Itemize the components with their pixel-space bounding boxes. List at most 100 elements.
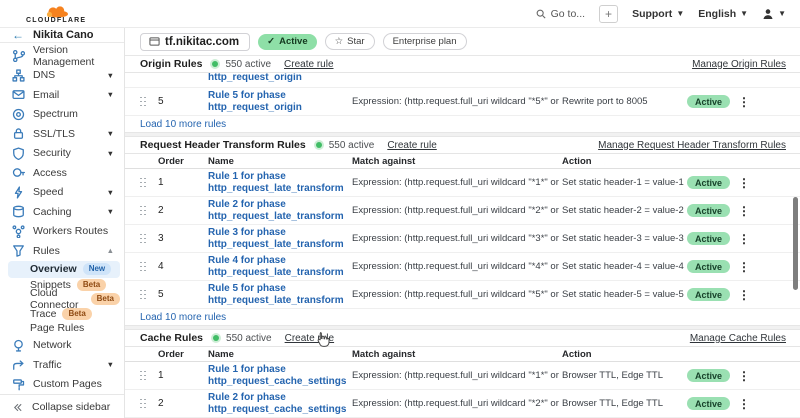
table-row: 1Rule 1 for phasehttp_request_cache_sett… (125, 362, 800, 390)
rule-status-badge: Active (687, 369, 730, 382)
account-menu[interactable]: ▼ (762, 8, 786, 20)
back-arrow-icon[interactable]: ← (12, 28, 24, 42)
kebab-menu-icon[interactable]: ⋮ (738, 176, 750, 190)
sidebar-item-access[interactable]: Access (0, 163, 124, 183)
manage-rules-link[interactable]: Manage Origin Rules (692, 59, 786, 70)
collapse-sidebar-button[interactable]: Collapse sidebar (0, 395, 124, 418)
kebab-menu-icon[interactable]: ⋮ (738, 232, 750, 246)
sidebar-item-security[interactable]: Security▼ (0, 144, 124, 164)
spectrum-icon (12, 108, 25, 121)
add-site-button[interactable]: + (599, 5, 618, 23)
active-status-dot (213, 335, 219, 341)
drag-handle-icon[interactable] (140, 262, 146, 272)
create-rule-link[interactable]: Create rule (285, 333, 334, 344)
section-title: Origin Rules (140, 58, 202, 70)
support-menu[interactable]: Support ▼ (632, 8, 684, 20)
star-button[interactable]: ☆ Star (325, 33, 375, 50)
request-header-transform-rules-header: Request Header Transform Rules550 active… (125, 137, 800, 154)
kebab-menu-icon[interactable]: ⋮ (738, 260, 750, 274)
manage-rules-link[interactable]: Manage Cache Rules (690, 333, 786, 344)
scrollbar-thumb[interactable] (793, 197, 798, 290)
sidebar-item-label: Rules (33, 245, 60, 257)
new-badge: New (83, 263, 111, 275)
rule-match-expression: Expression: (http.request.full_uri wildc… (352, 261, 562, 272)
rule-name-link[interactable]: Rule 2 for phasehttp_request_cache_setti… (208, 392, 352, 416)
kebab-menu-icon[interactable]: ⋮ (738, 204, 750, 218)
sidebar-item-email[interactable]: Email▼ (0, 85, 124, 105)
sidebar-item-traffic[interactable]: Traffic▼ (0, 355, 124, 375)
collapse-sidebar-label: Collapse sidebar (32, 401, 110, 413)
main-area: tf.nikitac.com ✓ Active ☆ Star Enterpris… (125, 28, 800, 418)
rule-action: Set static header-1 = value-1 (562, 177, 687, 188)
rule-name-link[interactable]: Rule 5 for phasehttp_request_late_transf… (208, 283, 352, 307)
account-back-row[interactable]: ← Nikita Cano (0, 28, 124, 43)
sidebar-item-cloud-connector[interactable]: Cloud ConnectorBeta (8, 292, 120, 307)
table-row: 3Rule 3 for phasehttp_request_late_trans… (125, 225, 800, 253)
rule-name-link[interactable]: Rule 5 for phasehttp_request_origin (208, 90, 352, 114)
sidebar-subitem-label: Page Rules (30, 322, 84, 334)
chevron-up-icon: ▲ (107, 246, 114, 255)
sidebar-item-overview[interactable]: OverviewNew (8, 261, 120, 278)
language-menu[interactable]: English ▼ (698, 8, 748, 20)
rule-action: Set static header-3 = value-3 (562, 233, 687, 244)
create-rule-link[interactable]: Create rule (284, 59, 333, 70)
rule-status-badge: Active (687, 204, 730, 217)
cache-rules-header: Cache Rules550 activeCreate ruleManage C… (125, 330, 800, 347)
sidebar-item-label: Email (33, 89, 59, 101)
support-label: Support (632, 8, 672, 20)
rule-order: 2 (158, 205, 208, 216)
kebab-menu-icon[interactable]: ⋮ (738, 369, 750, 383)
rule-name-link[interactable]: Rule 3 for phasehttp_request_late_transf… (208, 227, 352, 251)
manage-rules-link[interactable]: Manage Request Header Transform Rules (598, 140, 786, 151)
table-row-partial[interactable]: http_request_origin (125, 73, 800, 88)
sidebar-item-page-rules[interactable]: Page Rules (8, 321, 120, 336)
user-icon (762, 8, 774, 20)
rule-name-link[interactable]: Rule 1 for phasehttp_request_late_transf… (208, 171, 352, 195)
sidebar-item-speed[interactable]: Speed▼ (0, 183, 124, 203)
sidebar-item-network[interactable]: Network (0, 336, 124, 356)
sidebar-item-ssl-tls[interactable]: SSL/TLS▼ (0, 124, 124, 144)
sidebar-nav: Version ManagementDNS▼Email▼SpectrumSSL/… (0, 43, 124, 394)
rule-name-link[interactable]: Rule 1 for phasehttp_request_cache_setti… (208, 364, 352, 388)
column-header-name: Name (208, 156, 352, 167)
cloudflare-logo[interactable]: CLOUDFLARE (26, 5, 86, 24)
rule-name-link[interactable]: Rule 2 for phasehttp_request_late_transf… (208, 199, 352, 223)
sidebar-item-dns[interactable]: DNS▼ (0, 66, 124, 86)
search-icon (536, 9, 546, 19)
sidebar-item-rules[interactable]: Rules ▲ (0, 241, 124, 261)
zone-selector[interactable]: tf.nikitac.com (140, 33, 250, 51)
sidebar-item-spectrum[interactable]: Spectrum (0, 105, 124, 125)
chevron-down-icon: ▼ (107, 129, 114, 138)
sidebar-item-label: DNS (33, 69, 55, 81)
drag-handle-icon[interactable] (140, 234, 146, 244)
sidebar-item-label: Spectrum (33, 108, 78, 120)
security-icon (12, 147, 25, 160)
sidebar-item-custom-pages[interactable]: Custom Pages (0, 375, 124, 395)
sidebar-item-workers-routes[interactable]: Workers Routes (0, 222, 124, 242)
rule-name-link[interactable]: Rule 4 for phasehttp_request_late_transf… (208, 255, 352, 279)
drag-handle-icon[interactable] (140, 290, 146, 300)
kebab-menu-icon[interactable]: ⋮ (738, 288, 750, 302)
sidebar: ← Nikita Cano Version ManagementDNS▼Emai… (0, 28, 125, 418)
sidebar-item-caching[interactable]: Caching▼ (0, 202, 124, 222)
zone-header: tf.nikitac.com ✓ Active ☆ Star Enterpris… (125, 28, 800, 56)
rule-name-link[interactable]: http_request_origin (208, 73, 302, 84)
drag-handle-icon[interactable] (140, 178, 146, 188)
load-more-rules-link[interactable]: Load 10 more rules (125, 309, 800, 325)
drag-handle-icon[interactable] (140, 399, 146, 409)
rule-match-expression: Expression: (http.request.full_uri wildc… (352, 177, 562, 188)
go-to-search[interactable]: Go to... (536, 8, 585, 20)
rule-match-expression: Expression: (http.request.full_uri wildc… (352, 370, 562, 381)
rule-match-expression: Expression: (http.request.full_uri wildc… (352, 96, 562, 107)
sidebar-item-label: Security (33, 147, 71, 159)
sidebar-item-version-management[interactable]: Version Management (0, 46, 124, 66)
drag-handle-icon[interactable] (140, 206, 146, 216)
kebab-menu-icon[interactable]: ⋮ (738, 95, 750, 109)
create-rule-link[interactable]: Create rule (387, 140, 436, 151)
drag-handle-icon[interactable] (140, 97, 146, 107)
load-more-rules-link[interactable]: Load 10 more rules (125, 116, 800, 132)
network-icon (12, 339, 25, 352)
kebab-menu-icon[interactable]: ⋮ (738, 397, 750, 411)
drag-handle-icon[interactable] (140, 371, 146, 381)
sidebar-item-trace[interactable]: TraceBeta (8, 307, 120, 322)
